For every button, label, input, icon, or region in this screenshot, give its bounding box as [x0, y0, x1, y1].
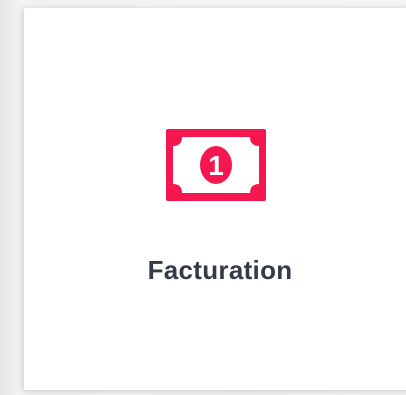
- bill-numeral: 1: [208, 150, 224, 181]
- money-bill-icon: 1: [166, 129, 266, 201]
- page-background: 1 Facturation: [0, 0, 406, 395]
- billing-card[interactable]: 1 Facturation: [24, 8, 406, 390]
- card-title: Facturation: [147, 255, 293, 285]
